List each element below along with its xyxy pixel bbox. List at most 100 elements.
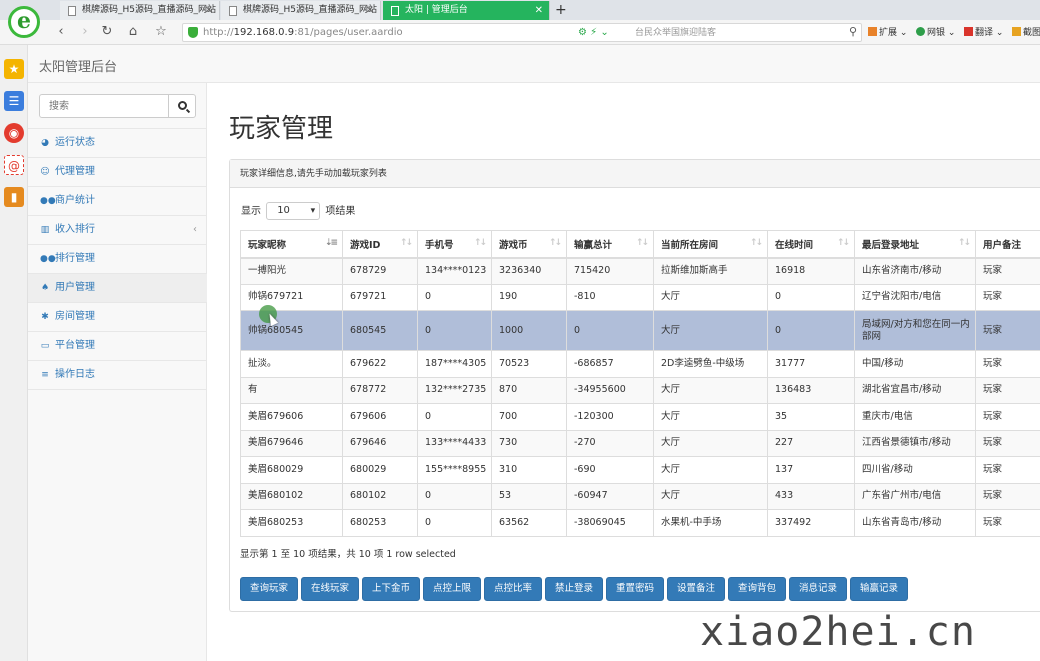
sidebar-item-agents[interactable]: ☺ 代理管理	[28, 158, 207, 187]
sidebar-item-label: 商户统计	[55, 195, 95, 206]
search-icon[interactable]: ⚲	[849, 25, 857, 38]
column-header[interactable]: 游戏币 ↑↓	[491, 230, 567, 259]
win-loss-log-button[interactable]: 输赢记录	[850, 577, 908, 601]
control-limit-button[interactable]: 点控上限	[423, 577, 481, 601]
table-row[interactable]: 一搏阳光 678729 134****0123 3236340 715420 拉斯维加斯高…	[240, 257, 1040, 285]
column-header[interactable]: 输赢总计 ↑↓	[566, 230, 654, 259]
column-header-label: 游戏币	[499, 239, 528, 251]
table-cell: 0	[417, 283, 492, 311]
set-note-button[interactable]: 设置备注	[667, 577, 725, 601]
column-header[interactable]: 游戏ID ↑↓	[342, 230, 418, 259]
table-cell: 大厅	[653, 283, 768, 311]
table-row[interactable]: 扯淡。 679622 187****4305 70523 -686857 2D李逵劈鱼-中…	[240, 350, 1040, 378]
back-icon[interactable]: ‹	[52, 23, 70, 41]
url-text[interactable]: http://192.168.0.9:81/pages/user.aardio	[203, 26, 403, 40]
list-icon: ≡	[41, 370, 49, 380]
table-cell: 局域网/对方和您在同一内部网	[854, 310, 976, 351]
column-header[interactable]: 最后登录地址 ↑↓	[854, 230, 976, 259]
table-row[interactable]: 美眉680029 680029 155****8955 310 -690 大厅 137 四川省…	[240, 456, 1040, 484]
query-player-button[interactable]: 查询玩家	[240, 577, 298, 601]
sort-icon: ↑↓	[957, 238, 971, 248]
table-row[interactable]: 美眉679606 679606 0 700 -120300 大厅 35 重庆市/电信 玩家	[240, 403, 1040, 431]
netbank-button[interactable]: 网银 ⌄	[916, 27, 955, 39]
sidebar-item-income-rank[interactable]: ▥ 收入排行 ‹	[28, 216, 207, 245]
sidebar-item-run-status[interactable]: ◕ 运行状态	[28, 129, 207, 158]
table-cell: 0	[566, 310, 654, 351]
table-cell: 大厅	[653, 376, 768, 404]
screenshot-icon	[1012, 27, 1021, 36]
browser-tab-2[interactable]: 棋牌源码_H5源码_直播源码_网站 ✕	[221, 1, 381, 20]
adjust-coins-button[interactable]: 上下金币	[362, 577, 420, 601]
speed-mode-icon[interactable]: ⚙ ⚡ ⌄	[578, 26, 609, 40]
close-icon[interactable]: ✕	[205, 1, 213, 20]
online-players-button[interactable]: 在线玩家	[301, 577, 359, 601]
table-cell: 美眉680102	[240, 482, 343, 510]
page-size-select[interactable]: 10	[266, 202, 321, 220]
column-header[interactable]: 用户备注	[975, 230, 1040, 259]
column-header[interactable]: 玩家昵称 ⇣≡	[240, 230, 343, 259]
tab-label: 棋牌源码_H5源码_直播源码_网站	[82, 5, 216, 15]
sidebar-item-user-manage[interactable]: ♠ 用户管理	[28, 274, 207, 303]
url-path: :81/pages/user.aardio	[294, 27, 403, 38]
sidebar-item-merchant-stats[interactable]: ●●商户统计	[28, 187, 207, 216]
home-icon[interactable]: ⌂	[124, 23, 142, 41]
netbank-icon	[916, 27, 925, 36]
column-header[interactable]: 在线时间 ↑↓	[767, 230, 855, 259]
table-cell: 1000	[491, 310, 567, 351]
sidebar-item-room-manage[interactable]: ✱ 房间管理	[28, 303, 207, 332]
brand-title[interactable]: 太阳管理后台	[39, 56, 117, 75]
browser-tab-1[interactable]: 棋牌源码_H5源码_直播源码_网站 ✕	[60, 1, 220, 20]
message-log-button[interactable]: 消息记录	[789, 577, 847, 601]
search-button[interactable]	[168, 94, 196, 118]
reader-icon[interactable]: ☰	[4, 91, 24, 111]
table-cell: 678729	[342, 257, 418, 285]
address-search-hint[interactable]: 台民众举国旗迎陆客	[635, 26, 716, 40]
screenshot-button[interactable]: 截图	[1012, 27, 1040, 39]
email-icon[interactable]: @	[4, 155, 24, 175]
sidebar-item-label: 代理管理	[55, 166, 95, 177]
column-header[interactable]: 手机号 ↑↓	[417, 230, 492, 259]
table-cell: 133****4433	[417, 429, 492, 457]
sidebar-item-rank-manage[interactable]: ●●排行管理	[28, 245, 207, 274]
table-row[interactable]: 美眉680102 680102 0 53 -60947 大厅 433 广东省广州市/电信 玩家	[240, 482, 1040, 510]
translate-button[interactable]: 翻译 ⌄	[964, 27, 1003, 39]
close-icon[interactable]: ✕	[366, 1, 374, 20]
table-cell: 679606	[342, 403, 418, 431]
query-backpack-button[interactable]: 查询背包	[728, 577, 786, 601]
close-icon[interactable]: ✕	[535, 1, 543, 20]
sidebar-item-platform-manage[interactable]: ▭ 平台管理	[28, 332, 207, 361]
table-cell: 美眉679646	[240, 429, 343, 457]
new-tab-button[interactable]: +	[555, 0, 567, 20]
table-row[interactable]: 帅锅679721 679721 0 190 -810 大厅 0 辽宁省沈阳市/电信 玩家	[240, 283, 1040, 311]
sidebar-item-label: 房间管理	[55, 311, 95, 322]
table-row[interactable]: 帅锅680545 680545 0 1000 0 大厅 0 局域网/对方和您在同一内部网 玩家	[240, 310, 1040, 351]
table-cell: 玩家	[975, 310, 1040, 351]
sidebar-item-operation-log[interactable]: ≡ 操作日志	[28, 361, 207, 390]
reset-password-button[interactable]: 重置密码	[606, 577, 664, 601]
forward-icon[interactable]: ›	[76, 23, 94, 41]
browser-toolbar: ‹ › ↻ ⌂ ☆ http://192.168.0.9:81/pages/us…	[0, 20, 1040, 45]
bookmark-star-icon[interactable]: ☆	[152, 23, 170, 41]
reload-icon[interactable]: ↻	[98, 23, 116, 41]
chevron-left-icon: ‹	[193, 224, 197, 235]
weibo-icon[interactable]: ◉	[4, 123, 24, 143]
table-cell: 35	[767, 403, 855, 431]
column-header[interactable]: 当前所在房间 ↑↓	[653, 230, 768, 259]
table-row[interactable]: 美眉679646 679646 133****4433 730 -270 大厅 227 江西省…	[240, 429, 1040, 457]
table-cell: -686857	[566, 350, 654, 378]
column-header-label: 用户备注	[983, 239, 1022, 251]
control-ratio-button[interactable]: 点控比率	[484, 577, 542, 601]
table-row[interactable]: 美眉680253 680253 0 63562 -38069045 水果机-中手场 3374…	[240, 509, 1040, 537]
sort-icon: ↑↓	[399, 238, 413, 248]
ban-login-button[interactable]: 禁止登录	[545, 577, 603, 601]
address-bar[interactable]: http://192.168.0.9:81/pages/user.aardio …	[182, 23, 862, 42]
search-input[interactable]	[39, 94, 169, 118]
notes-icon[interactable]: ▮	[4, 187, 24, 207]
browser-tab-active[interactable]: 太阳 | 管理后台 ✕	[383, 1, 550, 20]
favorites-star-icon[interactable]: ★	[4, 59, 24, 79]
extensions-button[interactable]: 扩展 ⌄	[868, 27, 907, 39]
table-row[interactable]: 有 678772 132****2735 870 -34955600 大厅 136483 湖北…	[240, 376, 1040, 404]
table-cell: 700	[491, 403, 567, 431]
url-prefix: http://	[203, 27, 234, 38]
table-cell: 山东省青岛市/移动	[854, 509, 976, 537]
